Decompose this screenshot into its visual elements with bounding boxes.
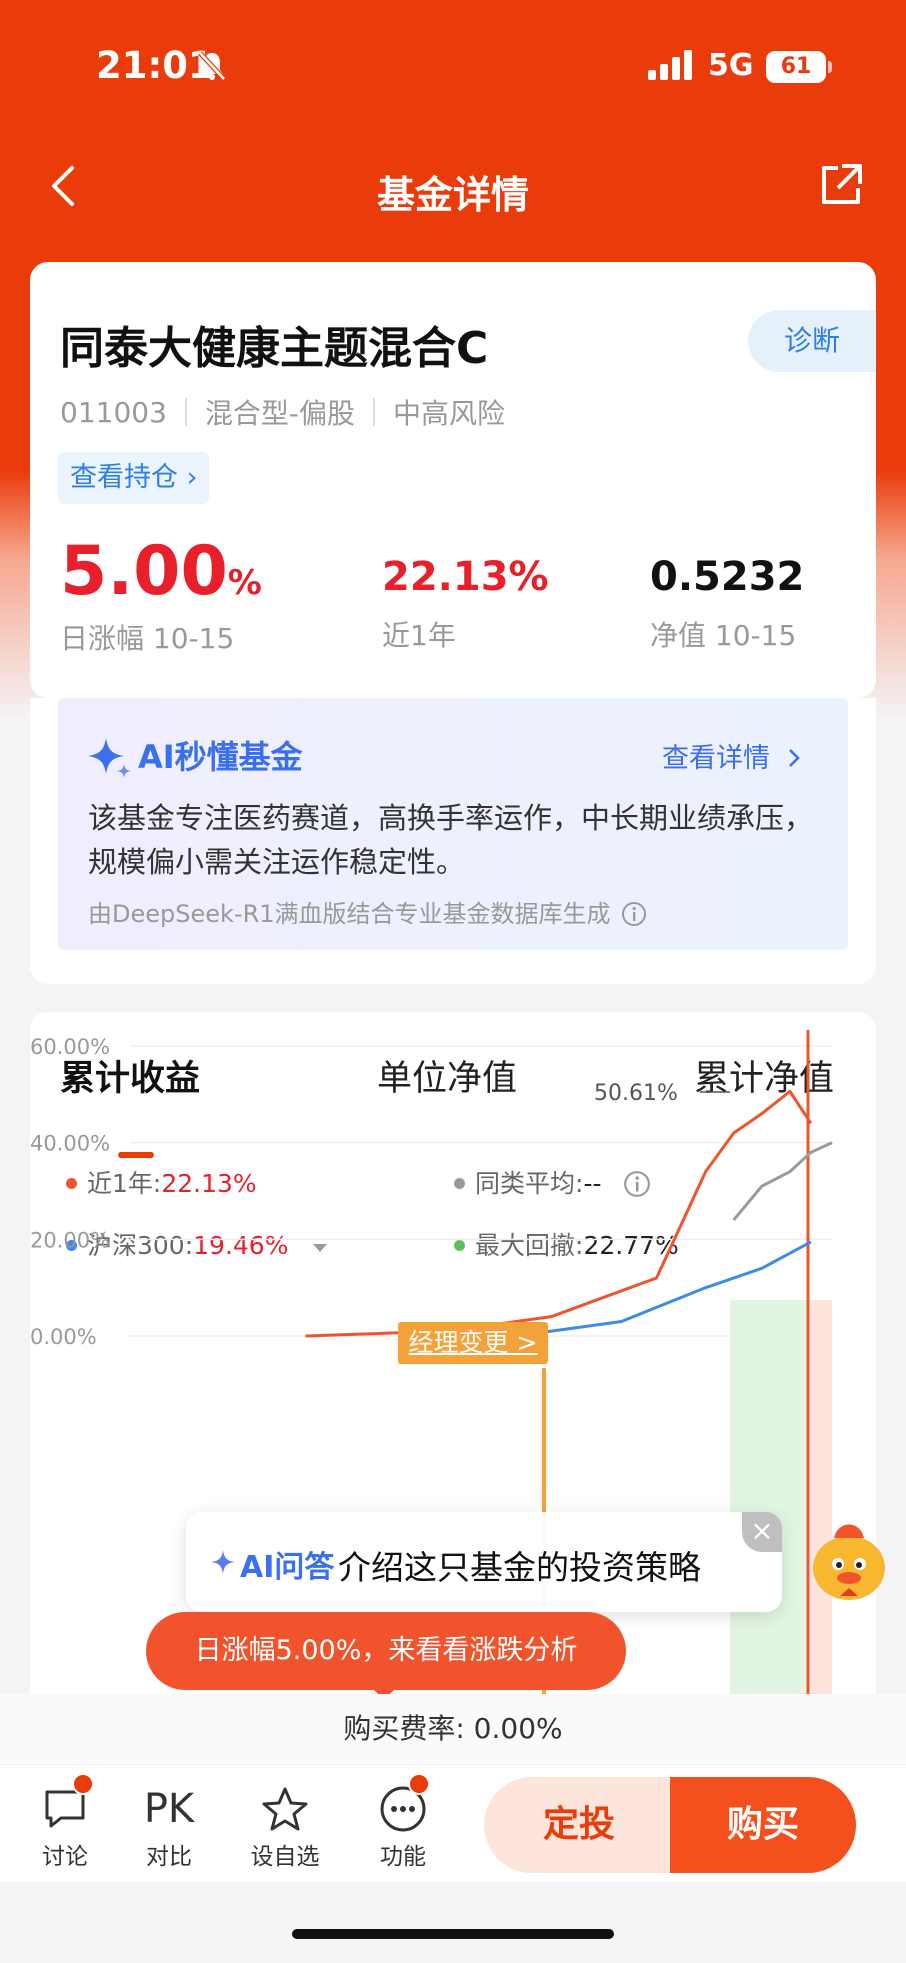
fund-summary-card: 同泰大健康主题混合C 诊断 011003 混合型-偏股 中高风险 查看持仓 › … (30, 262, 876, 698)
ai-summary-title: AI秒懂基金 (138, 738, 303, 776)
nav-bar: 基金详情 (0, 150, 906, 230)
diagnose-button[interactable]: 诊断 (748, 310, 876, 372)
home-indicator[interactable] (292, 1929, 614, 1939)
daily-change-value: 5.00 (60, 532, 228, 611)
change-analysis-bubble[interactable]: 日涨幅5.00%，来看看涨跌分析 (146, 1612, 626, 1690)
year-return-value: 22.13% (382, 554, 549, 600)
y-tick-label: 20.00% (30, 1228, 110, 1252)
buy-button[interactable]: 购买 (670, 1777, 856, 1873)
series-line (305, 1089, 813, 1338)
fund-risk: 中高风险 (393, 397, 506, 430)
divider (184, 398, 187, 426)
fund-name: 同泰大健康主题混合C (60, 323, 489, 374)
daily-change-unit: % (227, 563, 262, 603)
chevron-right-icon (788, 749, 800, 767)
daily-change-metric: 5.00% 日涨幅 10-15 (60, 532, 262, 657)
sip-button[interactable]: 定投 (484, 1777, 674, 1873)
daily-change-label: 日涨幅 10-15 (60, 622, 235, 655)
ai-summary-link-text: 查看详情 (662, 743, 770, 774)
page-title: 基金详情 (376, 173, 529, 217)
y-tick-label: 40.00% (30, 1132, 110, 1156)
ai-qa-popup[interactable]: AI问答 介绍这只基金的投资策略 (186, 1512, 782, 1612)
drawdown-shade (730, 1300, 808, 1694)
compare-label: 对比 (146, 1844, 192, 1870)
ai-sparkle-icon (88, 738, 131, 778)
share-icon[interactable] (818, 162, 864, 208)
ai-summary-panel[interactable]: AI秒懂基金 查看详情 该基金专注医药赛道，高换手率运作，中长期业绩承压，规模偏… (58, 698, 848, 950)
recent-shade (810, 1300, 832, 1694)
ai-qa-label: AI问答 (240, 1550, 335, 1585)
ai-summary-footer-text: 由DeepSeek-R1满血版结合专业基金数据库生成 (88, 900, 611, 928)
discuss-button[interactable]: 讨论 (20, 1781, 110, 1871)
ai-summary-card: AI秒懂基金 查看详情 该基金专注医药赛道，高换手率运作，中长期业绩承压，规模偏… (30, 698, 876, 984)
series-line (732, 1141, 833, 1221)
discuss-label: 讨论 (42, 1844, 88, 1870)
pk-icon: PK (143, 1786, 195, 1832)
y-tick-label: 60.00% (30, 1035, 110, 1059)
manager-change-tag[interactable]: 经理变更 > (398, 1322, 548, 1364)
ai-summary-text: 该基金专注医药赛道，高换手率运作，中长期业绩承压，规模偏小需关注运作稳定性。 (88, 801, 814, 879)
peak-label: 50.61% (594, 1081, 678, 1106)
add-watchlist-label: 设自选 (250, 1844, 320, 1870)
compare-button[interactable]: PK 对比 (124, 1781, 214, 1871)
year-return-label: 近1年 (382, 619, 456, 652)
y-tick-label: 0.00% (30, 1325, 97, 1349)
view-holdings-button[interactable]: 查看持仓 › (58, 452, 210, 504)
ai-summary-footer: 由DeepSeek-R1满血版结合专业基金数据库生成 (88, 894, 647, 929)
ai-summary-link[interactable]: 查看详情 (662, 736, 803, 775)
divider (373, 398, 375, 426)
nav-metric: 0.5232 净值 10-15 (650, 554, 804, 654)
mascot-icon[interactable] (802, 1516, 896, 1606)
ai-qa-question: 介绍这只基金的投资策略 (338, 1548, 701, 1587)
notification-dot (72, 1773, 94, 1795)
ai-sparkle-icon (211, 1550, 235, 1574)
notification-dot (408, 1773, 430, 1795)
add-watchlist-button[interactable]: 设自选 (240, 1781, 330, 1871)
status-bar: 21:01 5G 61 (0, 0, 906, 130)
star-icon (262, 1787, 308, 1831)
purchase-fee: 购买费率: 0.00% (0, 1694, 906, 1764)
functions-label: 功能 (380, 1844, 426, 1870)
nav-label: 净值 10-15 (650, 619, 797, 652)
bell-muted-icon (198, 51, 226, 81)
fund-code: 011003 (60, 395, 167, 429)
signal-icon (648, 50, 692, 80)
battery-icon: 61 (766, 51, 826, 83)
bottom-action-bar: 讨论 PK 对比 设自选 功能 定投 购买 (0, 1764, 906, 1882)
info-icon[interactable] (621, 901, 647, 927)
network-label: 5G (708, 48, 754, 83)
fund-type: 混合型-偏股 (204, 397, 355, 430)
nav-value: 0.5232 (650, 554, 805, 600)
functions-button[interactable]: 功能 (358, 1781, 448, 1871)
home-area (0, 1882, 906, 1963)
fund-meta: 011003 混合型-偏股 中高风险 (60, 392, 505, 432)
close-icon[interactable]: × (742, 1512, 782, 1552)
year-return-metric: 22.13% 近1年 (382, 554, 549, 654)
battery-tip (828, 61, 832, 73)
